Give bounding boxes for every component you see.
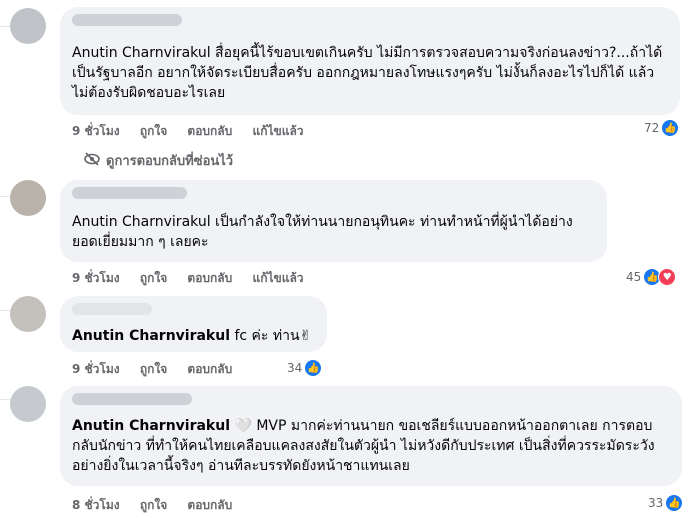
mention-tag[interactable]: Anutin Charnvirakul (72, 418, 230, 434)
reply-action[interactable]: ตอบกลับ (187, 124, 232, 138)
comment-text: Anutin Charnvirakul 🤍 MVP มากค่ะท่านนายก… (72, 416, 670, 476)
reaction-count[interactable]: 72 👍 (644, 119, 680, 137)
reaction-count[interactable]: 45 👍 ♥ (626, 268, 677, 286)
reaction-count[interactable]: 34 👍 (287, 359, 323, 377)
like-icon: 👍 (661, 119, 680, 137)
comment-text: Anutin Charnvirakul fc ค่ะ ท่าน✌ (72, 326, 315, 346)
reply-action[interactable]: ตอบกลับ (187, 498, 232, 512)
blurred-author-name[interactable] (72, 14, 182, 26)
comment-actions: 8 ชั่วโมง ถูกใจ ตอบกลับ (72, 496, 248, 515)
eye-slash-icon (84, 151, 100, 170)
view-hidden-replies-link[interactable]: ดูการตอบกลับที่ซ่อนไว้ (84, 150, 233, 171)
timestamp[interactable]: 9 ชั่วโมง (72, 362, 120, 376)
reaction-number: 72 (644, 121, 660, 135)
comment-bubble: Anutin Charnvirakul fc ค่ะ ท่าน✌ (60, 296, 327, 352)
timestamp[interactable]: 9 ชั่วโมง (72, 271, 120, 285)
mention-tag[interactable]: Anutin Charnvirakul (72, 45, 211, 61)
reaction-count[interactable]: 33 👍 (648, 494, 684, 512)
comment-bubble: Anutin Charnvirakul เป็นกำลังใจให้ท่านนา… (60, 180, 607, 262)
blurred-author-name[interactable] (72, 187, 187, 199)
comment-bubble: Anutin Charnvirakul สื่อยุคนี้ไร้ขอบเขตเ… (60, 7, 680, 115)
comment-body: fc ค่ะ ท่าน✌ (230, 328, 312, 344)
mention-tag[interactable]: Anutin Charnvirakul (72, 214, 211, 230)
reply-action[interactable]: ตอบกลับ (187, 271, 232, 285)
avatar[interactable] (10, 180, 46, 216)
comment-text: Anutin Charnvirakul เป็นกำลังใจให้ท่านนา… (72, 212, 595, 252)
like-icon: 👍 (665, 494, 684, 512)
blurred-author-name[interactable] (72, 393, 192, 405)
edited-label: แก้ไขแล้ว (252, 124, 304, 138)
comment-actions: 9 ชั่วโมง ถูกใจ ตอบกลับ (72, 360, 248, 379)
avatar[interactable] (10, 296, 46, 332)
edited-label: แก้ไขแล้ว (252, 271, 304, 285)
reaction-number: 34 (287, 361, 303, 375)
like-action[interactable]: ถูกใจ (140, 498, 167, 512)
like-action[interactable]: ถูกใจ (140, 124, 167, 138)
love-icon: ♥ (658, 268, 677, 286)
comment-bubble: Anutin Charnvirakul 🤍 MVP มากค่ะท่านนายก… (60, 386, 682, 486)
like-icon: 👍 (304, 359, 323, 377)
hidden-replies-label: ดูการตอบกลับที่ซ่อนไว้ (106, 154, 234, 169)
timestamp[interactable]: 8 ชั่วโมง (72, 498, 120, 512)
mention-tag[interactable]: Anutin Charnvirakul (72, 328, 230, 344)
reaction-number: 33 (648, 496, 664, 510)
blurred-author-name[interactable] (72, 303, 152, 315)
reply-action[interactable]: ตอบกลับ (187, 362, 232, 376)
like-action[interactable]: ถูกใจ (140, 271, 167, 285)
reaction-number: 45 (626, 270, 642, 284)
comment-actions: 9 ชั่วโมง ถูกใจ ตอบกลับ แก้ไขแล้ว (72, 122, 320, 141)
like-action[interactable]: ถูกใจ (140, 362, 167, 376)
timestamp[interactable]: 9 ชั่วโมง (72, 124, 120, 138)
comment-actions: 9 ชั่วโมง ถูกใจ ตอบกลับ แก้ไขแล้ว (72, 269, 320, 288)
comment-text: Anutin Charnvirakul สื่อยุคนี้ไร้ขอบเขตเ… (72, 43, 668, 103)
avatar[interactable] (10, 8, 46, 44)
avatar[interactable] (10, 386, 46, 422)
